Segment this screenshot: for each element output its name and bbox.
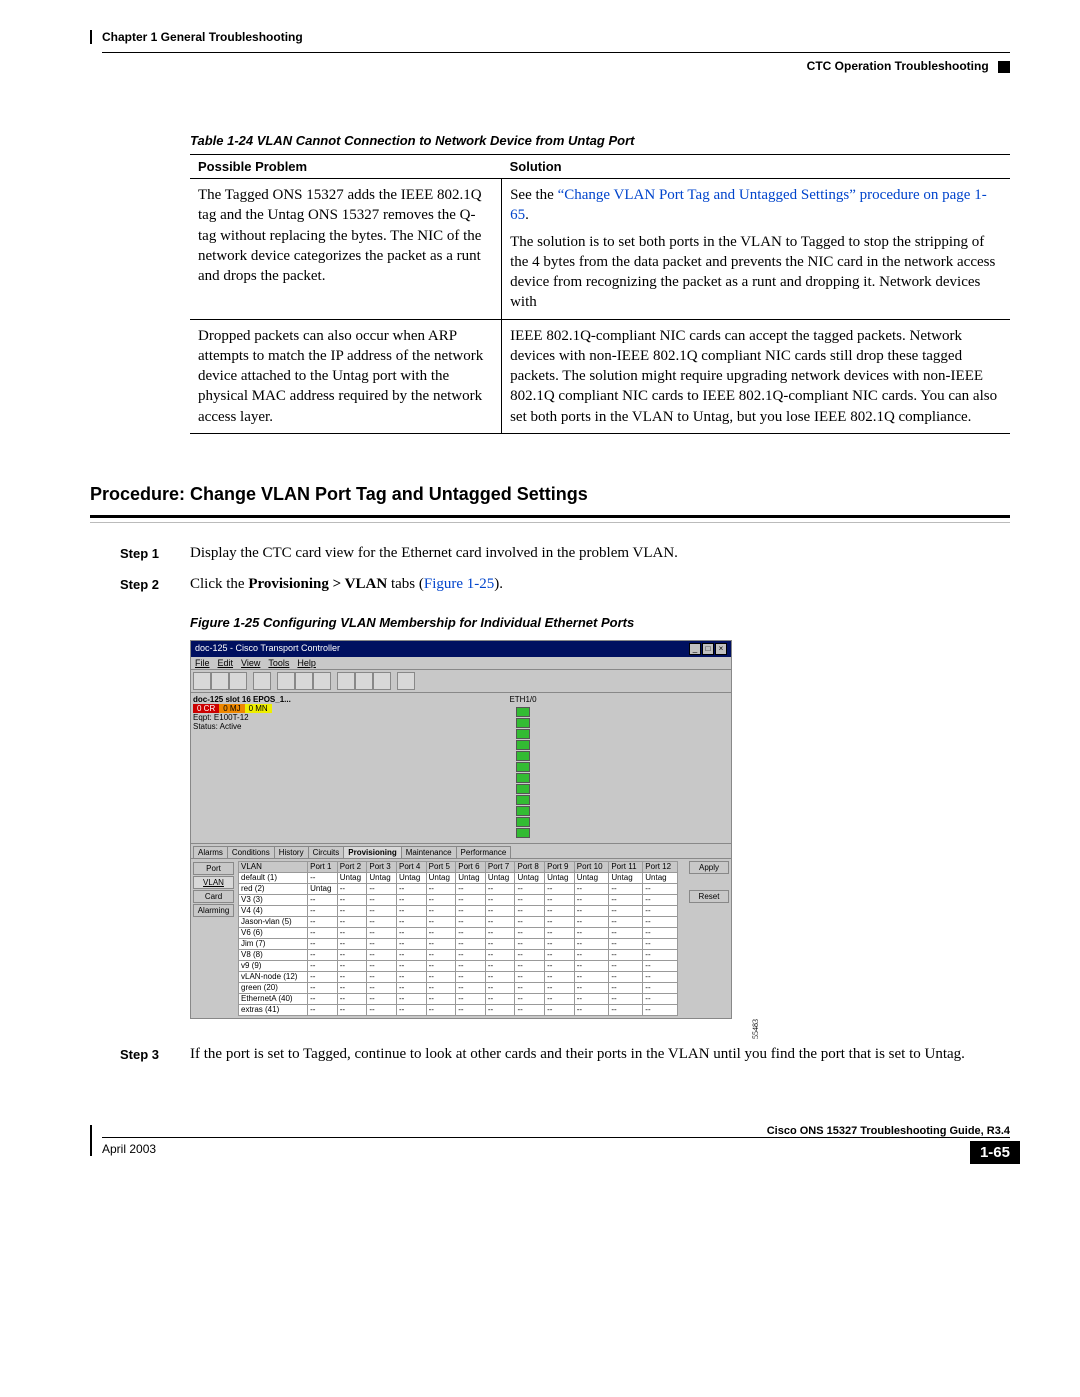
procedure-rule bbox=[90, 515, 1010, 523]
window-titlebar: doc-125 - Cisco Transport Controller _□× bbox=[191, 641, 731, 657]
card-graphic: ETH1/0 bbox=[315, 693, 731, 843]
procedure-heading: Procedure: Change VLAN Port Tag and Unta… bbox=[90, 484, 1010, 505]
step3-label: Step 3 bbox=[120, 1044, 190, 1065]
node-info-panel: doc-125 slot 16 EPOS_1... 0 CR0 MJ0 MN E… bbox=[191, 693, 315, 843]
row2-solution: IEEE 802.1Q-compliant NIC cards can acce… bbox=[502, 319, 1010, 433]
footer-date: April 2003 bbox=[102, 1142, 156, 1156]
header-rule bbox=[102, 52, 1010, 53]
apply-button[interactable]: Apply bbox=[689, 861, 729, 874]
figure-caption: Figure 1-25 Configuring VLAN Membership … bbox=[190, 615, 1010, 630]
vlan-grid[interactable]: VLANPort 1Port 2Port 3Port 4Port 5Port 6… bbox=[238, 861, 678, 1016]
step3-text: If the port is set to Tagged, continue t… bbox=[190, 1044, 965, 1065]
toolbar[interactable] bbox=[191, 670, 731, 693]
step1-text: Display the CTC card view for the Ethern… bbox=[190, 543, 678, 564]
chapter-label: Chapter 1 General Troubleshooting bbox=[102, 30, 303, 44]
row1-problem: The Tagged ONS 15327 adds the IEEE 802.1… bbox=[190, 179, 502, 320]
link-figure-125[interactable]: Figure 1-25 bbox=[424, 576, 494, 592]
table-124: Possible Problem Solution The Tagged ONS… bbox=[190, 154, 1010, 434]
page-number: 1-65 bbox=[970, 1141, 1020, 1164]
link-change-vlan[interactable]: “Change VLAN Port Tag and Untagged Setti… bbox=[510, 187, 987, 223]
reset-button[interactable]: Reset bbox=[689, 890, 729, 903]
page-footer: Cisco ONS 15327 Troubleshooting Guide, R… bbox=[90, 1125, 1010, 1156]
step2-text: Click the Provisioning > VLAN tabs (Figu… bbox=[190, 574, 503, 595]
row1-solution: See the “Change VLAN Port Tag and Untagg… bbox=[502, 179, 1010, 320]
window-buttons[interactable]: _□× bbox=[688, 643, 727, 655]
section-label: CTC Operation Troubleshooting bbox=[807, 59, 989, 73]
table-caption: Table 1-24 VLAN Cannot Connection to Net… bbox=[190, 133, 1010, 148]
figure-id: 55483 bbox=[751, 1019, 760, 1039]
step2-label: Step 2 bbox=[120, 574, 190, 595]
main-tabs[interactable]: AlarmsConditionsHistoryCircuitsProvision… bbox=[191, 843, 731, 858]
header-square-icon bbox=[998, 61, 1010, 73]
col-header-problem: Possible Problem bbox=[190, 155, 502, 179]
screenshot-ctc: doc-125 - Cisco Transport Controller _□×… bbox=[190, 640, 732, 1019]
side-tabs[interactable]: Port VLAN Card Alarming bbox=[191, 859, 236, 1018]
col-header-solution: Solution bbox=[502, 155, 1010, 179]
window-title: doc-125 - Cisco Transport Controller bbox=[195, 643, 340, 655]
row2-problem: Dropped packets can also occur when ARP … bbox=[190, 319, 502, 433]
menubar[interactable]: FileEditViewToolsHelp bbox=[191, 657, 731, 670]
step1-label: Step 1 bbox=[120, 543, 190, 564]
page-header: Chapter 1 General Troubleshooting bbox=[90, 30, 1010, 44]
footer-guide: Cisco ONS 15327 Troubleshooting Guide, R… bbox=[102, 1125, 1010, 1137]
